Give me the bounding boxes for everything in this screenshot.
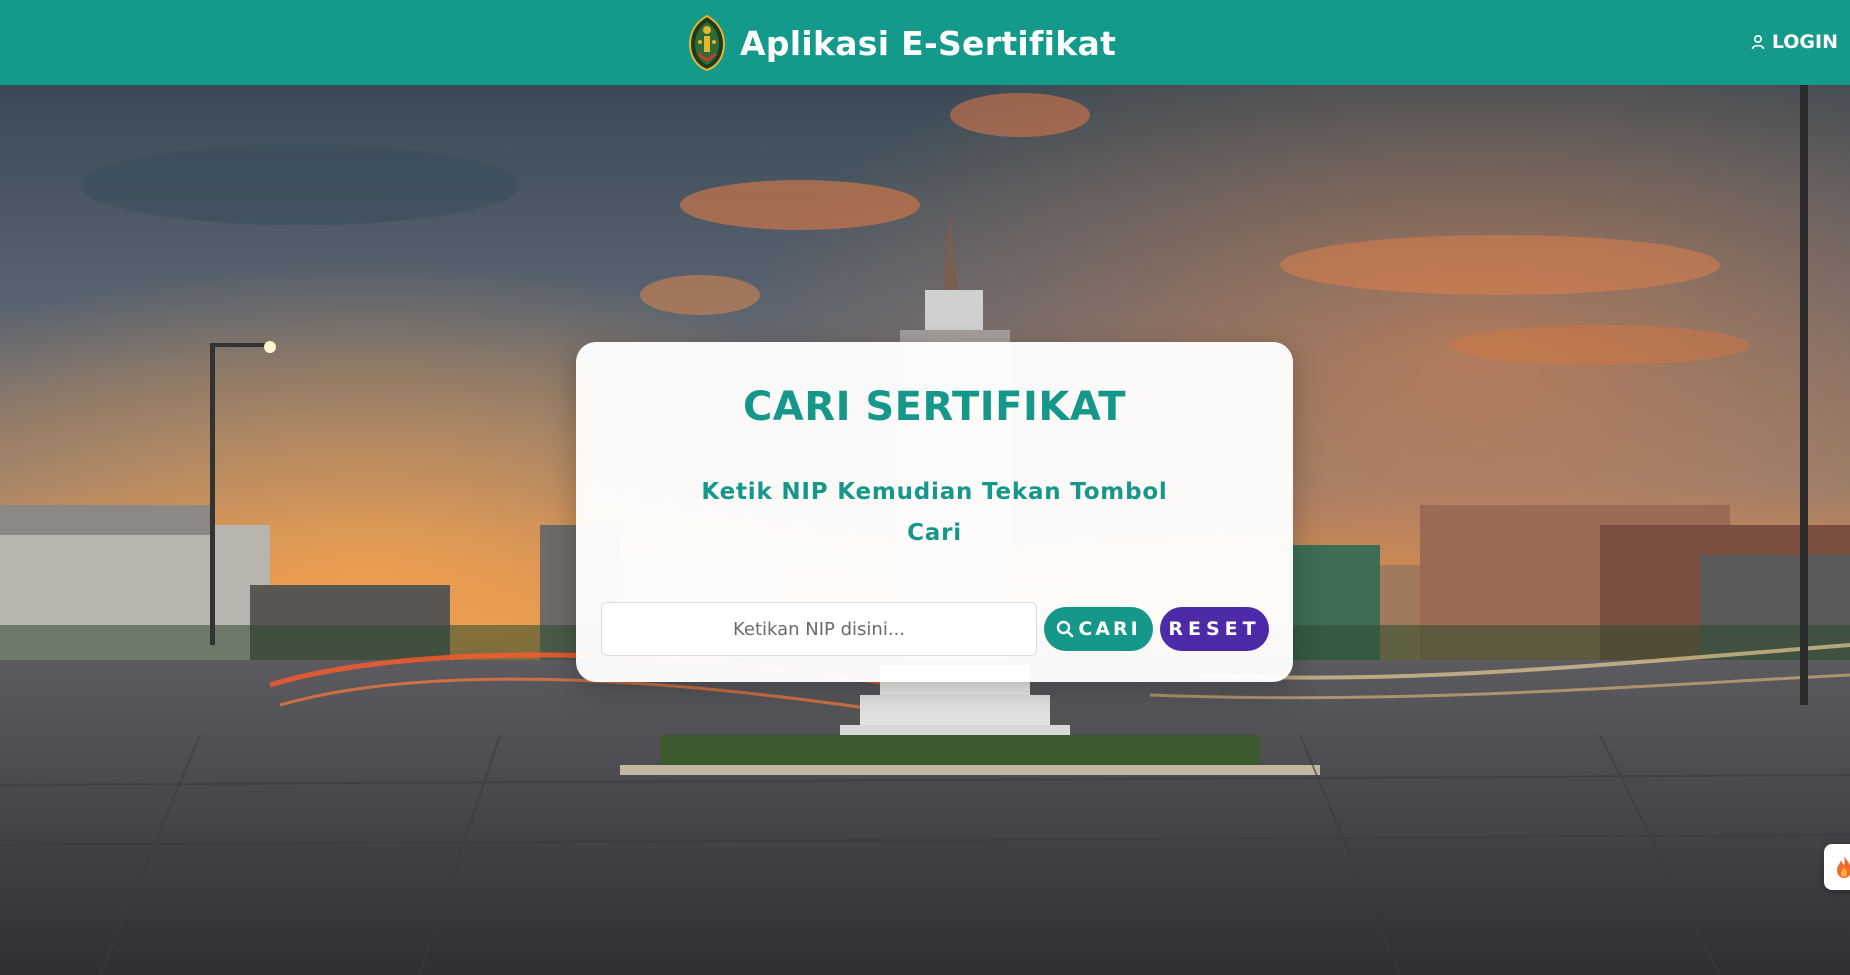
app-title: Aplikasi E-Sertifikat bbox=[740, 23, 1117, 63]
crest-logo-icon bbox=[688, 14, 726, 72]
search-card: CARI SERTIFIKAT Ketik NIP Kemudian Tekan… bbox=[576, 342, 1293, 682]
login-label: LOGIN bbox=[1771, 31, 1838, 53]
reset-button-label: RESET bbox=[1168, 618, 1261, 640]
card-subtitle: Ketik NIP Kemudian Tekan Tombol Cari bbox=[701, 479, 1168, 546]
search-form: CARI RESET bbox=[601, 602, 1271, 656]
search-button[interactable]: CARI bbox=[1044, 607, 1153, 651]
top-navbar: Aplikasi E-Sertifikat LOGIN bbox=[0, 0, 1850, 85]
reset-button[interactable]: RESET bbox=[1160, 607, 1269, 651]
flame-icon bbox=[1837, 856, 1850, 878]
page: Aplikasi E-Sertifikat LOGIN CARI SERTIFI… bbox=[0, 0, 1850, 975]
brand[interactable]: Aplikasi E-Sertifikat bbox=[688, 14, 1116, 72]
user-icon bbox=[1751, 34, 1765, 50]
login-link[interactable]: LOGIN bbox=[1750, 31, 1838, 53]
search-button-label: CARI bbox=[1078, 618, 1141, 640]
search-icon bbox=[1057, 620, 1074, 638]
nip-search-input[interactable] bbox=[601, 602, 1037, 656]
card-title: CARI SERTIFIKAT bbox=[742, 384, 1127, 430]
floating-widget-button[interactable] bbox=[1824, 844, 1850, 890]
